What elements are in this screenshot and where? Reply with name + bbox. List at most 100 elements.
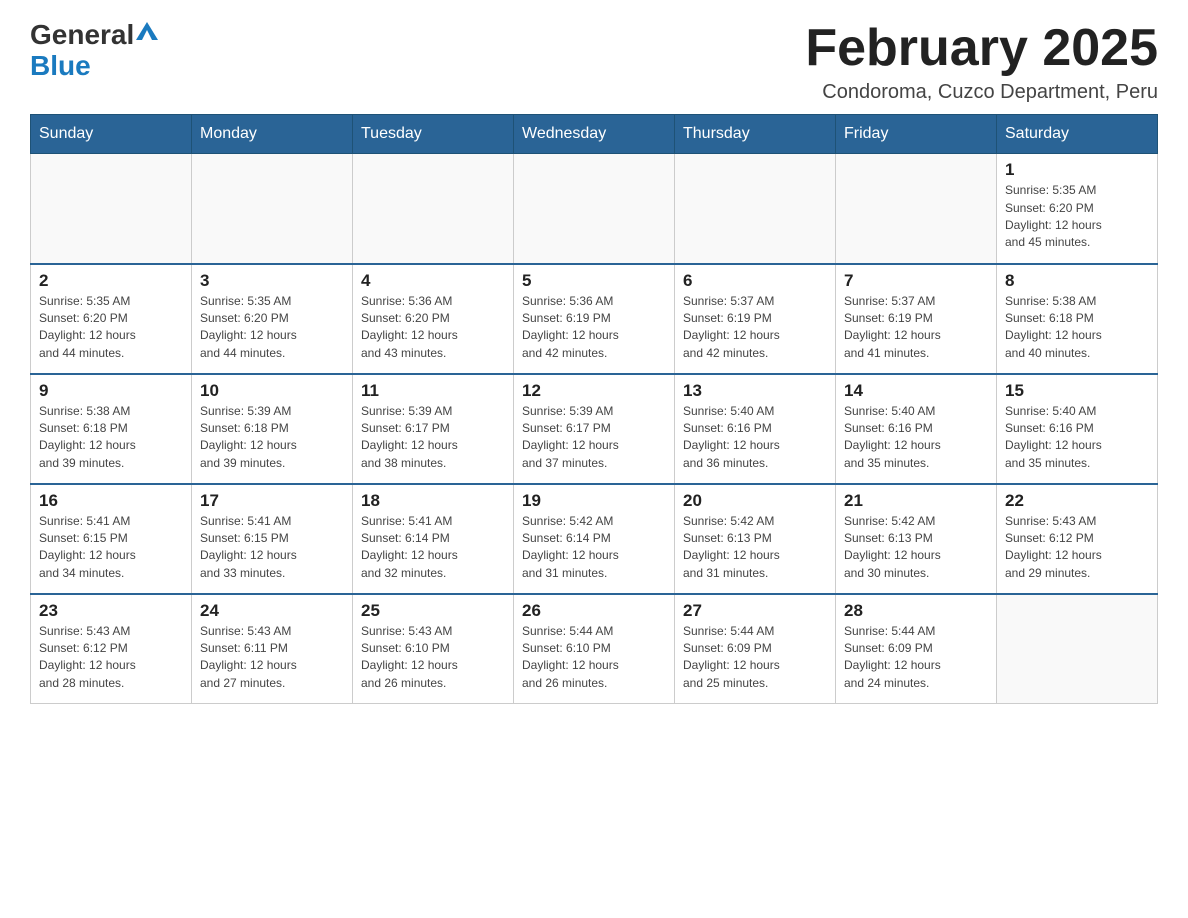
day-info: Sunrise: 5:36 AM Sunset: 6:19 PM Dayligh…: [522, 293, 666, 363]
day-number: 13: [683, 381, 827, 401]
day-info: Sunrise: 5:37 AM Sunset: 6:19 PM Dayligh…: [683, 293, 827, 363]
day-number: 11: [361, 381, 505, 401]
day-info: Sunrise: 5:35 AM Sunset: 6:20 PM Dayligh…: [39, 293, 183, 363]
table-row: 24Sunrise: 5:43 AM Sunset: 6:11 PM Dayli…: [192, 594, 353, 704]
day-number: 26: [522, 601, 666, 621]
day-info: Sunrise: 5:42 AM Sunset: 6:14 PM Dayligh…: [522, 513, 666, 583]
day-number: 7: [844, 271, 988, 291]
day-number: 14: [844, 381, 988, 401]
table-row: [997, 594, 1158, 704]
day-info: Sunrise: 5:41 AM Sunset: 6:15 PM Dayligh…: [39, 513, 183, 583]
header-monday: Monday: [192, 115, 353, 154]
day-info: Sunrise: 5:42 AM Sunset: 6:13 PM Dayligh…: [844, 513, 988, 583]
table-row: 22Sunrise: 5:43 AM Sunset: 6:12 PM Dayli…: [997, 484, 1158, 594]
table-row: [353, 154, 514, 264]
logo-triangle-icon: [136, 22, 158, 40]
day-number: 27: [683, 601, 827, 621]
day-number: 19: [522, 491, 666, 511]
header-wednesday: Wednesday: [514, 115, 675, 154]
calendar-week-row: 16Sunrise: 5:41 AM Sunset: 6:15 PM Dayli…: [31, 484, 1158, 594]
day-info: Sunrise: 5:39 AM Sunset: 6:18 PM Dayligh…: [200, 403, 344, 473]
table-row: [675, 154, 836, 264]
day-info: Sunrise: 5:38 AM Sunset: 6:18 PM Dayligh…: [1005, 293, 1149, 363]
logo-blue-text: Blue: [30, 50, 91, 81]
day-number: 5: [522, 271, 666, 291]
day-number: 12: [522, 381, 666, 401]
logo: General Blue: [30, 20, 158, 82]
table-row: [836, 154, 997, 264]
day-info: Sunrise: 5:43 AM Sunset: 6:10 PM Dayligh…: [361, 623, 505, 693]
table-row: 12Sunrise: 5:39 AM Sunset: 6:17 PM Dayli…: [514, 374, 675, 484]
table-row: 16Sunrise: 5:41 AM Sunset: 6:15 PM Dayli…: [31, 484, 192, 594]
day-info: Sunrise: 5:39 AM Sunset: 6:17 PM Dayligh…: [522, 403, 666, 473]
day-number: 4: [361, 271, 505, 291]
header-saturday: Saturday: [997, 115, 1158, 154]
table-row: 8Sunrise: 5:38 AM Sunset: 6:18 PM Daylig…: [997, 264, 1158, 374]
day-info: Sunrise: 5:44 AM Sunset: 6:10 PM Dayligh…: [522, 623, 666, 693]
day-info: Sunrise: 5:35 AM Sunset: 6:20 PM Dayligh…: [1005, 182, 1149, 252]
table-row: 9Sunrise: 5:38 AM Sunset: 6:18 PM Daylig…: [31, 374, 192, 484]
table-row: 17Sunrise: 5:41 AM Sunset: 6:15 PM Dayli…: [192, 484, 353, 594]
day-info: Sunrise: 5:40 AM Sunset: 6:16 PM Dayligh…: [1005, 403, 1149, 473]
table-row: 23Sunrise: 5:43 AM Sunset: 6:12 PM Dayli…: [31, 594, 192, 704]
table-row: 3Sunrise: 5:35 AM Sunset: 6:20 PM Daylig…: [192, 264, 353, 374]
table-row: 2Sunrise: 5:35 AM Sunset: 6:20 PM Daylig…: [31, 264, 192, 374]
month-title: February 2025: [805, 20, 1158, 77]
page-header: General Blue February 2025 Condoroma, Cu…: [30, 20, 1158, 104]
table-row: 14Sunrise: 5:40 AM Sunset: 6:16 PM Dayli…: [836, 374, 997, 484]
day-number: 8: [1005, 271, 1149, 291]
table-row: 7Sunrise: 5:37 AM Sunset: 6:19 PM Daylig…: [836, 264, 997, 374]
day-info: Sunrise: 5:44 AM Sunset: 6:09 PM Dayligh…: [683, 623, 827, 693]
calendar-week-row: 1Sunrise: 5:35 AM Sunset: 6:20 PM Daylig…: [31, 154, 1158, 264]
day-info: Sunrise: 5:43 AM Sunset: 6:11 PM Dayligh…: [200, 623, 344, 693]
day-number: 3: [200, 271, 344, 291]
day-number: 22: [1005, 491, 1149, 511]
day-number: 9: [39, 381, 183, 401]
calendar-table: Sunday Monday Tuesday Wednesday Thursday…: [30, 114, 1158, 704]
title-area: February 2025 Condoroma, Cuzco Departmen…: [805, 20, 1158, 104]
day-info: Sunrise: 5:43 AM Sunset: 6:12 PM Dayligh…: [1005, 513, 1149, 583]
table-row: 20Sunrise: 5:42 AM Sunset: 6:13 PM Dayli…: [675, 484, 836, 594]
header-tuesday: Tuesday: [353, 115, 514, 154]
day-number: 21: [844, 491, 988, 511]
table-row: 26Sunrise: 5:44 AM Sunset: 6:10 PM Dayli…: [514, 594, 675, 704]
day-number: 10: [200, 381, 344, 401]
calendar-week-row: 2Sunrise: 5:35 AM Sunset: 6:20 PM Daylig…: [31, 264, 1158, 374]
day-number: 16: [39, 491, 183, 511]
table-row: [514, 154, 675, 264]
day-number: 18: [361, 491, 505, 511]
day-number: 2: [39, 271, 183, 291]
table-row: 6Sunrise: 5:37 AM Sunset: 6:19 PM Daylig…: [675, 264, 836, 374]
day-info: Sunrise: 5:39 AM Sunset: 6:17 PM Dayligh…: [361, 403, 505, 473]
table-row: 21Sunrise: 5:42 AM Sunset: 6:13 PM Dayli…: [836, 484, 997, 594]
header-thursday: Thursday: [675, 115, 836, 154]
table-row: 18Sunrise: 5:41 AM Sunset: 6:14 PM Dayli…: [353, 484, 514, 594]
day-info: Sunrise: 5:36 AM Sunset: 6:20 PM Dayligh…: [361, 293, 505, 363]
table-row: [192, 154, 353, 264]
header-friday: Friday: [836, 115, 997, 154]
calendar-week-row: 9Sunrise: 5:38 AM Sunset: 6:18 PM Daylig…: [31, 374, 1158, 484]
day-info: Sunrise: 5:35 AM Sunset: 6:20 PM Dayligh…: [200, 293, 344, 363]
table-row: 11Sunrise: 5:39 AM Sunset: 6:17 PM Dayli…: [353, 374, 514, 484]
logo-general-text: General: [30, 20, 134, 51]
day-info: Sunrise: 5:41 AM Sunset: 6:15 PM Dayligh…: [200, 513, 344, 583]
table-row: 10Sunrise: 5:39 AM Sunset: 6:18 PM Dayli…: [192, 374, 353, 484]
day-number: 15: [1005, 381, 1149, 401]
header-sunday: Sunday: [31, 115, 192, 154]
day-info: Sunrise: 5:37 AM Sunset: 6:19 PM Dayligh…: [844, 293, 988, 363]
table-row: [31, 154, 192, 264]
day-number: 28: [844, 601, 988, 621]
day-info: Sunrise: 5:41 AM Sunset: 6:14 PM Dayligh…: [361, 513, 505, 583]
table-row: 28Sunrise: 5:44 AM Sunset: 6:09 PM Dayli…: [836, 594, 997, 704]
day-info: Sunrise: 5:44 AM Sunset: 6:09 PM Dayligh…: [844, 623, 988, 693]
weekday-header-row: Sunday Monday Tuesday Wednesday Thursday…: [31, 115, 1158, 154]
table-row: 19Sunrise: 5:42 AM Sunset: 6:14 PM Dayli…: [514, 484, 675, 594]
day-number: 6: [683, 271, 827, 291]
day-number: 23: [39, 601, 183, 621]
table-row: 25Sunrise: 5:43 AM Sunset: 6:10 PM Dayli…: [353, 594, 514, 704]
day-number: 1: [1005, 160, 1149, 180]
day-info: Sunrise: 5:40 AM Sunset: 6:16 PM Dayligh…: [844, 403, 988, 473]
calendar-week-row: 23Sunrise: 5:43 AM Sunset: 6:12 PM Dayli…: [31, 594, 1158, 704]
day-number: 24: [200, 601, 344, 621]
day-info: Sunrise: 5:43 AM Sunset: 6:12 PM Dayligh…: [39, 623, 183, 693]
